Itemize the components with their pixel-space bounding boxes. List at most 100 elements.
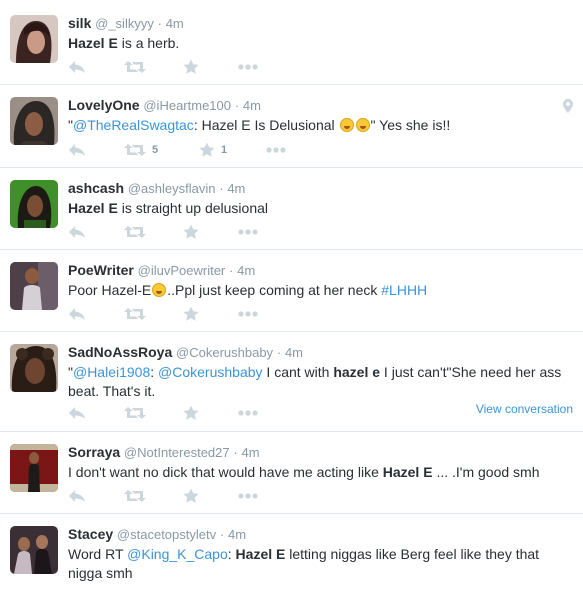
- tweet[interactable]: Stacey @stacetopstyletv · 4m Word RT @Ki…: [0, 514, 583, 589]
- timestamp[interactable]: 4m: [166, 16, 184, 31]
- tweet-content: SadNoAssRoya @Cokerushbaby · 4m "@Halei1…: [68, 343, 575, 401]
- username[interactable]: @iHeartme100: [143, 98, 231, 113]
- laughing-emoji-icon: [339, 118, 354, 132]
- more-button[interactable]: [238, 487, 258, 505]
- reply-button[interactable]: [68, 223, 86, 241]
- tweet[interactable]: Sorraya @NotInterested27 · 4m I don't wa…: [0, 432, 583, 514]
- separator-dot: ·: [229, 263, 234, 278]
- reply-button[interactable]: [68, 487, 86, 505]
- username[interactable]: @stacetopstyletv: [117, 527, 216, 542]
- fullname[interactable]: ashcash: [68, 180, 124, 196]
- tweet-header: SadNoAssRoya @Cokerushbaby · 4m: [68, 343, 575, 362]
- tweet-text: "@TheRealSwagtac: Hazel E Is Delusional …: [68, 116, 575, 135]
- keyword-highlight: Hazel E: [382, 464, 433, 480]
- timestamp[interactable]: 4m: [242, 445, 260, 460]
- reply-icon: [69, 144, 85, 156]
- tweet[interactable]: SadNoAssRoya @Cokerushbaby · 4m "@Halei1…: [0, 332, 583, 432]
- favorite-button[interactable]: [183, 305, 205, 323]
- reply-icon: [69, 308, 85, 320]
- more-icon: [238, 229, 258, 235]
- retweet-icon: [124, 61, 146, 73]
- more-button[interactable]: [238, 305, 258, 323]
- tweet-header: LovelyOne @iHeartme100 · 4m: [68, 96, 575, 115]
- retweet-button[interactable]: [124, 223, 152, 241]
- reply-button[interactable]: [68, 141, 86, 159]
- avatar[interactable]: [10, 262, 58, 310]
- fullname[interactable]: SadNoAssRoya: [68, 344, 172, 360]
- mention-link[interactable]: @TheRealSwagtac: [73, 117, 194, 133]
- keyword-highlight: Hazel E: [68, 200, 118, 216]
- avatar[interactable]: [10, 526, 58, 574]
- reply-icon: [69, 407, 85, 419]
- mention-link[interactable]: @King_K_Capo: [127, 546, 228, 562]
- more-button[interactable]: [266, 141, 286, 159]
- separator-dot: ·: [219, 181, 224, 196]
- avatar[interactable]: [10, 344, 58, 392]
- fullname[interactable]: silk: [68, 15, 91, 31]
- tweet-content: Stacey @stacetopstyletv · 4m Word RT @Ki…: [68, 525, 575, 583]
- tweet-text: "@Halei1908: @Cokerushbaby I cant with h…: [68, 363, 575, 401]
- favorite-icon: [199, 142, 215, 157]
- favorite-button[interactable]: [183, 223, 205, 241]
- username[interactable]: @NotInterested27: [124, 445, 230, 460]
- favorite-button[interactable]: [183, 58, 205, 76]
- tweet-header: Sorraya @NotInterested27 · 4m: [68, 443, 575, 462]
- text-span: " Yes she is!!: [370, 117, 451, 133]
- timestamp[interactable]: 4m: [227, 181, 245, 196]
- tweet-header: Stacey @stacetopstyletv · 4m: [68, 525, 575, 544]
- avatar[interactable]: [10, 180, 58, 228]
- tweet-header: ashcash @ashleysflavin · 4m: [68, 179, 575, 198]
- fullname[interactable]: PoeWriter: [68, 262, 134, 278]
- timestamp[interactable]: 4m: [228, 527, 246, 542]
- tweet-content: ashcash @ashleysflavin · 4m Hazel E is s…: [68, 179, 575, 218]
- favorite-button[interactable]: [183, 487, 205, 505]
- avatar[interactable]: [10, 15, 58, 63]
- fullname[interactable]: Stacey: [68, 526, 113, 542]
- username[interactable]: @Cokerushbaby: [176, 345, 273, 360]
- hashtag-link[interactable]: #LHHH: [381, 282, 427, 298]
- separator-dot: ·: [219, 527, 225, 542]
- avatar[interactable]: [10, 444, 58, 492]
- retweet-icon: [124, 144, 146, 156]
- more-button[interactable]: [238, 58, 258, 76]
- more-icon: [238, 311, 258, 317]
- tweet-header: PoeWriter @iluvPoewriter · 4m: [68, 261, 575, 280]
- retweet-button[interactable]: [124, 58, 152, 76]
- fullname[interactable]: Sorraya: [68, 444, 120, 460]
- reply-button[interactable]: [68, 404, 86, 422]
- retweet-button[interactable]: [124, 487, 152, 505]
- tweet[interactable]: LovelyOne @iHeartme100 · 4m "@TheRealSwa…: [0, 85, 583, 168]
- retweet-button[interactable]: [124, 404, 152, 422]
- tweet-text: Word RT @King_K_Capo: Hazel E letting ni…: [68, 545, 575, 583]
- reply-button[interactable]: [68, 58, 86, 76]
- fullname[interactable]: LovelyOne: [68, 97, 140, 113]
- more-button[interactable]: [238, 223, 258, 241]
- retweet-icon: [124, 490, 146, 502]
- reply-button[interactable]: [68, 305, 86, 323]
- retweet-button[interactable]: [124, 305, 152, 323]
- more-icon: [238, 64, 258, 70]
- timestamp[interactable]: 4m: [285, 345, 303, 360]
- retweet-icon: [124, 407, 146, 419]
- more-button[interactable]: [238, 404, 258, 422]
- timestamp[interactable]: 4m: [243, 98, 261, 113]
- tweet[interactable]: silk @_silkyyy · 4m Hazel E is a herb.: [0, 0, 583, 85]
- mention-link[interactable]: @Cokerushbaby: [158, 364, 263, 380]
- username[interactable]: @_silkyyy: [95, 16, 154, 31]
- username[interactable]: @ashleysflavin: [128, 181, 216, 196]
- more-icon: [238, 410, 258, 416]
- more-icon: [238, 493, 258, 499]
- username[interactable]: @iluvPoewriter: [138, 263, 226, 278]
- text-span: Word RT: [68, 546, 128, 562]
- retweet-button[interactable]: 5: [124, 141, 158, 159]
- tweet[interactable]: PoeWriter @iluvPoewriter · 4m Poor Hazel…: [0, 250, 583, 332]
- favorite-button[interactable]: 1: [199, 141, 227, 159]
- view-conversation-link[interactable]: View conversation: [476, 402, 573, 416]
- favorite-button[interactable]: [183, 404, 205, 422]
- separator-dot: ·: [233, 445, 238, 460]
- timestamp[interactable]: 4m: [237, 263, 255, 278]
- favorite-icon: [183, 306, 199, 321]
- mention-link[interactable]: @Halei1908: [73, 364, 150, 380]
- avatar[interactable]: [10, 97, 58, 145]
- tweet[interactable]: ashcash @ashleysflavin · 4m Hazel E is s…: [0, 168, 583, 250]
